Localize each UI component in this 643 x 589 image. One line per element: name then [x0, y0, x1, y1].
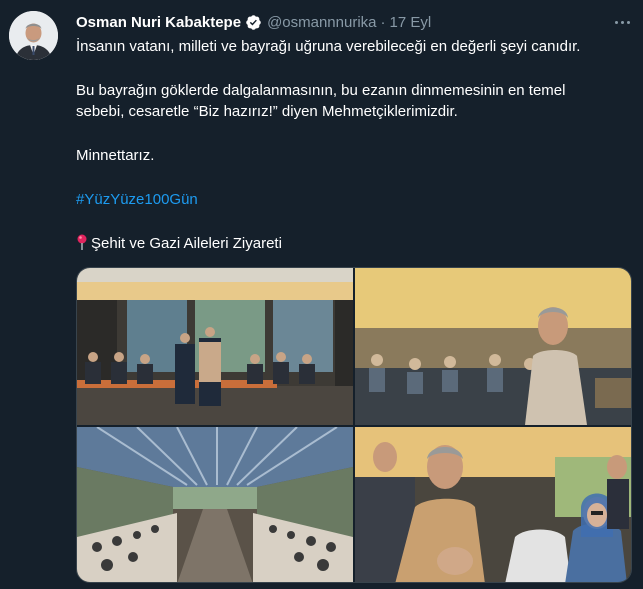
location-label: Şehit ve Gazi Aileleri Ziyareti — [91, 235, 282, 252]
tweet-timestamp[interactable]: 17 Eyl — [390, 14, 432, 31]
tweet-text-line-3: sebebi, cesaretle “Biz hazırız!” diyen M… — [76, 103, 458, 120]
tweet[interactable]: Osman Nuri Kabaktepe @osmannnurika · 17 … — [0, 0, 643, 589]
tweet-header: Osman Nuri Kabaktepe @osmannnurika · 17 … — [76, 12, 431, 32]
author-handle[interactable]: @osmannnurika — [267, 14, 376, 31]
hashtag-link[interactable]: #YüzYüze100Gün — [76, 190, 198, 210]
photo-meeting-table[interactable] — [77, 268, 353, 425]
tweet-text-line-4: Minnettarız. — [76, 147, 155, 164]
tweet-location-line: Şehit ve Gazi Aileleri Ziyareti — [76, 234, 282, 254]
tweet-text-line-2: Bu bayrağın göklerde dalgalanmasının, bu… — [76, 82, 566, 99]
verified-badge-icon — [245, 14, 262, 31]
avatar[interactable] — [9, 11, 58, 60]
more-horizontal-icon[interactable] — [610, 12, 634, 32]
media-grid — [76, 267, 632, 583]
photo-greeting-guests[interactable] — [355, 427, 631, 582]
round-pushpin-icon — [76, 234, 88, 250]
tweet-text-line-1: İnsanın vatanı, milleti ve bayrağı uğrun… — [76, 38, 581, 55]
author-name[interactable]: Osman Nuri Kabaktepe — [76, 14, 241, 31]
photo-restaurant-hall[interactable] — [77, 427, 353, 582]
separator-dot: · — [380, 13, 386, 31]
photo-speaker-with-guests[interactable] — [355, 268, 631, 425]
